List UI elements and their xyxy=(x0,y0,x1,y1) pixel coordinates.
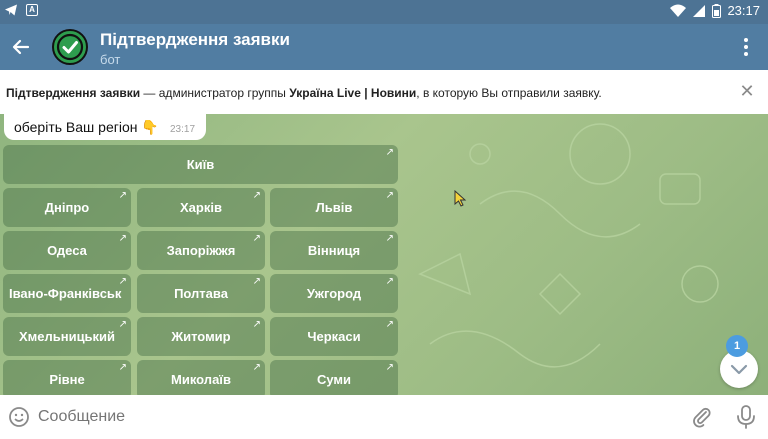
link-arrow-icon: ↗ xyxy=(118,276,127,287)
region-button-zaporizhzhia[interactable]: Запоріжжя ↗ xyxy=(137,231,265,270)
more-vertical-icon[interactable] xyxy=(734,34,758,60)
region-button-label: Івано-Франківськ xyxy=(9,286,122,301)
link-arrow-icon: ↗ xyxy=(385,276,394,287)
link-arrow-icon: ↗ xyxy=(252,190,261,201)
link-arrow-icon: ↗ xyxy=(252,362,261,373)
notification-a-icon: A xyxy=(26,4,38,16)
region-button-kharkiv[interactable]: Харків ↗ xyxy=(137,188,265,227)
link-arrow-icon: ↗ xyxy=(118,362,127,373)
battery-icon xyxy=(712,3,722,18)
banner-text: Підтвердження заявки — администратор гру… xyxy=(6,86,726,100)
wifi-icon xyxy=(670,4,687,17)
unread-count-badge: 1 xyxy=(726,335,748,357)
region-button-label: Львів xyxy=(315,200,353,215)
region-button-sumy[interactable]: Суми ↗ xyxy=(270,360,398,395)
bot-info-banner: Підтвердження заявки — администратор гру… xyxy=(0,70,768,114)
region-button-label: Дніпро xyxy=(44,200,90,215)
bot-avatar[interactable] xyxy=(52,29,88,65)
region-button-uzhhorod[interactable]: Ужгород ↗ xyxy=(270,274,398,313)
region-button-ivano-frankivsk[interactable]: Івано-Франківськ ↗ xyxy=(3,274,131,313)
message-text: оберіть Ваш регіон 👇 xyxy=(14,119,159,135)
link-arrow-icon: ↗ xyxy=(385,190,394,201)
chat-subtitle: бот xyxy=(100,52,121,67)
region-button-label: Одеса xyxy=(47,243,87,258)
region-button-label: Рівне xyxy=(49,372,85,387)
status-time: 23:17 xyxy=(727,3,760,18)
region-button-vinnytsia[interactable]: Вінниця ↗ xyxy=(270,231,398,270)
region-button-label: Житомир xyxy=(171,329,231,344)
back-arrow-icon[interactable] xyxy=(6,32,36,62)
microphone-icon[interactable] xyxy=(734,404,758,430)
region-button-label: Хмельницький xyxy=(18,329,116,344)
region-button-zhytomyr[interactable]: Житомир ↗ xyxy=(137,317,265,356)
banner-text-part2: , в которую Вы отправили заявку. xyxy=(416,86,602,100)
banner-group-name: Україна Live | Новини xyxy=(289,86,417,100)
region-button-dnipro[interactable]: Дніпро ↗ xyxy=(3,188,131,227)
region-button-cherkasy[interactable]: Черкаси ↗ xyxy=(270,317,398,356)
mouse-cursor-icon xyxy=(454,190,467,207)
region-button-mykolaiv[interactable]: Миколаїв ↗ xyxy=(137,360,265,395)
region-button-label: Миколаїв xyxy=(171,372,231,387)
region-button-label: Вінниця xyxy=(307,243,361,258)
region-button-khmelnytskyi[interactable]: Хмельницький ↗ xyxy=(3,317,131,356)
region-button-poltava[interactable]: Полтава ↗ xyxy=(137,274,265,313)
region-button-label: Ужгород xyxy=(306,286,362,301)
banner-bot-name: Підтвердження заявки xyxy=(6,86,141,100)
banner-text-part1: — администратор группы xyxy=(140,86,290,100)
link-arrow-icon: ↗ xyxy=(252,276,261,287)
attach-icon[interactable] xyxy=(690,405,714,429)
region-button-odesa[interactable]: Одеса ↗ xyxy=(3,231,131,270)
region-button-label: Запоріжжя xyxy=(166,243,236,258)
chat-area: оберіть Ваш регіон 👇 23:17 Київ ↗ Дніпро ↗… xyxy=(0,114,768,395)
link-arrow-icon: ↗ xyxy=(252,233,261,244)
emoji-icon[interactable] xyxy=(8,406,30,428)
region-button-kyiv[interactable]: Київ ↗ xyxy=(3,145,398,184)
link-arrow-icon: ↗ xyxy=(385,362,394,373)
link-arrow-icon: ↗ xyxy=(385,319,394,330)
region-button-label: Полтава xyxy=(174,286,228,301)
link-arrow-icon: ↗ xyxy=(118,319,127,330)
telegram-icon xyxy=(5,4,17,16)
region-button-label: Суми xyxy=(316,372,352,387)
chat-title[interactable]: Підтвердження заявки xyxy=(100,30,290,50)
close-icon[interactable]: ✕ xyxy=(738,82,756,100)
link-arrow-icon: ↗ xyxy=(385,147,394,158)
signal-icon xyxy=(693,4,706,17)
region-button-label: Київ xyxy=(186,157,215,172)
checkmark-icon xyxy=(56,33,84,61)
region-button-rivne[interactable]: Рівне ↗ xyxy=(3,360,131,395)
message-bubble: оберіть Ваш регіон 👇 23:17 xyxy=(4,114,206,140)
link-arrow-icon: ↗ xyxy=(385,233,394,244)
region-button-label: Черкаси xyxy=(307,329,361,344)
message-input[interactable] xyxy=(38,407,638,427)
message-composer xyxy=(0,395,768,439)
region-button-lviv[interactable]: Львів ↗ xyxy=(270,188,398,227)
region-button-label: Харків xyxy=(180,200,222,215)
chat-header: Підтвердження заявки бот xyxy=(0,24,768,70)
link-arrow-icon: ↗ xyxy=(118,190,127,201)
status-bar: A 23:17 xyxy=(0,0,768,24)
message-time: 23:17 xyxy=(170,124,196,135)
link-arrow-icon: ↗ xyxy=(118,233,127,244)
link-arrow-icon: ↗ xyxy=(252,319,261,330)
